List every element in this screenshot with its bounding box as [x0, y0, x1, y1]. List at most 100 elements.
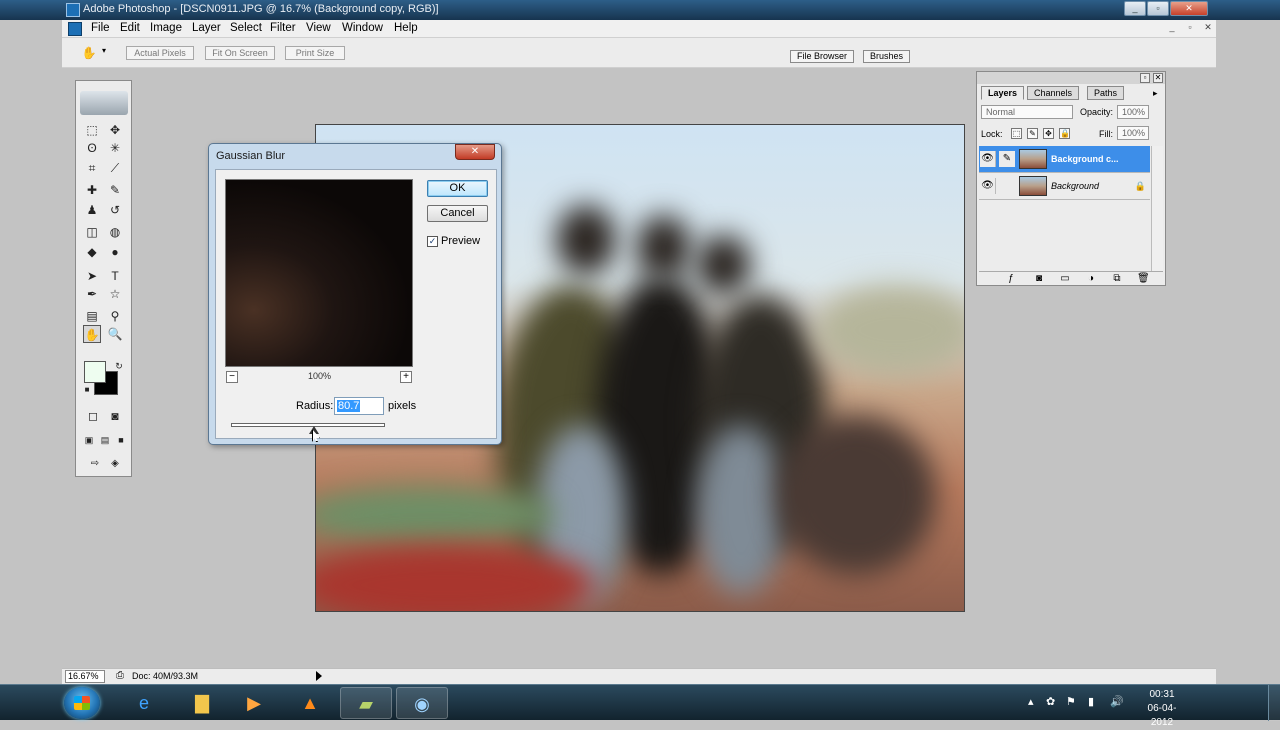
swap-colors-icon[interactable]: ↻ — [110, 357, 128, 375]
doc-restore-button[interactable]: ▫ — [1182, 22, 1198, 36]
internet-explorer-icon[interactable]: e — [118, 687, 170, 719]
healing-brush-tool-icon[interactable]: ✚ — [83, 181, 101, 199]
link-slot[interactable] — [999, 178, 1015, 194]
actual-pixels-button[interactable]: Actual Pixels — [126, 46, 194, 60]
slice-tool-icon[interactable]: ⟋ — [106, 159, 124, 177]
path-selection-tool-icon[interactable]: ➤ — [83, 267, 101, 285]
standard-mode-icon[interactable]: ◻ — [84, 407, 102, 425]
lasso-tool-icon[interactable]: ʘ — [83, 139, 101, 157]
eraser-tool-icon[interactable]: ◫ — [83, 223, 101, 241]
adobe-online-eye-icon[interactable] — [80, 91, 128, 115]
fill-input[interactable]: 100% — [1117, 126, 1149, 140]
move-tool-icon[interactable]: ✥ — [106, 121, 124, 139]
palette-minimize-button[interactable]: ▫ — [1140, 73, 1150, 83]
doc-minimize-button[interactable]: _ — [1164, 22, 1180, 36]
eyedropper-tool-icon[interactable]: ⚲ — [106, 307, 124, 325]
radius-input[interactable]: 80.7 — [334, 397, 384, 415]
print-size-button[interactable]: Print Size — [285, 46, 345, 60]
marquee-tool-icon[interactable]: ⬚ — [83, 121, 101, 139]
lock-transparency-icon[interactable]: ⬚ — [1011, 128, 1022, 139]
dialog-close-button[interactable]: ✕ — [455, 144, 495, 160]
blend-mode-select[interactable]: Normal — [981, 105, 1073, 119]
hand-tool-icon[interactable]: ✋ — [83, 325, 101, 343]
type-tool-icon[interactable]: T — [106, 267, 124, 285]
trash-icon[interactable]: 🗑 — [1137, 273, 1150, 285]
action-center-icon[interactable]: ⚑ — [1066, 695, 1076, 708]
zoom-tool-icon[interactable]: 🔍 — [106, 325, 124, 343]
layers-scrollbar[interactable] — [1151, 146, 1163, 271]
photoshop-taskbar-icon[interactable]: ◉ — [396, 687, 448, 719]
palette-close-button[interactable]: ✕ — [1153, 73, 1163, 83]
foreground-color-swatch[interactable] — [84, 361, 106, 383]
dodge-tool-icon[interactable]: ● — [106, 243, 124, 261]
layer-row-background-copy[interactable]: 👁 ✎ Background c... — [979, 146, 1150, 173]
menu-image[interactable]: Image — [150, 22, 182, 34]
show-hidden-icons-icon[interactable]: ▴ — [1028, 695, 1034, 708]
adjustment-layer-icon[interactable]: ◑ — [1085, 273, 1097, 285]
status-menu-arrow-icon[interactable] — [316, 671, 322, 681]
crop-tool-icon[interactable]: ⌗ — [83, 159, 101, 177]
brushes-tab[interactable]: Brushes — [863, 50, 911, 63]
hand-options-icon[interactable]: ✋ — [80, 44, 98, 62]
quick-mask-mode-icon[interactable]: ◙ — [106, 407, 124, 425]
brush-icon[interactable]: ✎ — [999, 151, 1015, 167]
layer-row-background[interactable]: 👁 Background 🔒 — [979, 173, 1150, 200]
lock-position-icon[interactable]: ✥ — [1043, 128, 1054, 139]
paint-bucket-tool-icon[interactable]: ◍ — [106, 223, 124, 241]
palette-menu-icon[interactable]: ▸ — [1153, 88, 1158, 99]
palette-title-bar[interactable] — [977, 72, 1165, 84]
cancel-button[interactable]: Cancel — [427, 205, 488, 222]
start-button[interactable] — [64, 687, 100, 719]
network-icon[interactable]: ▮ — [1088, 695, 1094, 708]
menu-file[interactable]: File — [91, 22, 110, 34]
blur-tool-icon[interactable]: ◆ — [83, 243, 101, 261]
magic-wand-tool-icon[interactable]: ✳ — [106, 139, 124, 157]
doc-close-button[interactable]: ✕ — [1200, 22, 1216, 36]
full-screen-mode-icon[interactable]: ■ — [112, 431, 130, 449]
brush-tool-icon[interactable]: ✎ — [106, 181, 124, 199]
layer-style-icon[interactable]: ƒ — [1005, 273, 1017, 285]
imageready-icon[interactable]: ◈ — [106, 455, 124, 473]
opacity-input[interactable]: 100% — [1117, 105, 1149, 119]
blur-preview[interactable] — [225, 179, 413, 367]
menu-filter[interactable]: Filter — [270, 22, 296, 34]
lock-image-icon[interactable]: ✎ — [1027, 128, 1038, 139]
clock[interactable]: 00:31 06-04-2012 — [1138, 688, 1186, 730]
new-set-icon[interactable]: ▭ — [1059, 273, 1071, 285]
tab-paths[interactable]: Paths — [1087, 86, 1125, 100]
document-icon[interactable] — [68, 22, 82, 36]
explorer-folder-icon[interactable]: ▇ — [176, 687, 228, 719]
tool-preset-dropdown-icon[interactable]: ▾ — [102, 46, 106, 55]
volume-icon[interactable]: 🔊 — [1110, 695, 1124, 708]
default-colors-icon[interactable]: ■ — [78, 381, 96, 399]
media-player-icon[interactable]: ▶ — [228, 687, 280, 719]
zoom-in-button[interactable]: + — [400, 371, 412, 383]
zoom-field[interactable]: 16.67% — [65, 670, 105, 683]
tab-layers[interactable]: Layers — [981, 86, 1025, 100]
menu-edit[interactable]: Edit — [120, 22, 140, 34]
tab-channels[interactable]: Channels — [1027, 86, 1080, 100]
close-button[interactable]: ✕ — [1170, 1, 1208, 16]
radius-slider-track[interactable] — [231, 423, 385, 427]
fit-on-screen-button[interactable]: Fit On Screen — [205, 46, 275, 60]
maximize-button[interactable]: ▫ — [1147, 1, 1169, 16]
new-layer-icon[interactable]: ⧉ — [1111, 273, 1123, 285]
shape-tool-icon[interactable]: ☆ — [106, 285, 124, 303]
history-brush-tool-icon[interactable]: ↺ — [106, 201, 124, 219]
menu-layer[interactable]: Layer — [192, 22, 221, 34]
clone-stamp-tool-icon[interactable]: ♟ — [83, 201, 101, 219]
menu-select[interactable]: Select — [230, 22, 262, 34]
file-browser-tab[interactable]: File Browser — [790, 50, 855, 63]
menu-help[interactable]: Help — [394, 22, 418, 34]
jump-to-imageready-icon[interactable]: ⇨ — [86, 455, 104, 473]
print-preview-icon[interactable]: ⎙ — [116, 670, 124, 681]
preview-checkbox[interactable]: ✓ — [427, 236, 438, 247]
notes-tool-icon[interactable]: ▤ — [83, 307, 101, 325]
show-desktop-button[interactable] — [1268, 685, 1280, 721]
tray-app-icon[interactable]: ✿ — [1046, 695, 1055, 708]
lock-all-icon[interactable]: 🔒 — [1059, 128, 1070, 139]
ok-button[interactable]: OK — [427, 180, 488, 197]
menu-view[interactable]: View — [306, 22, 331, 34]
taskbar-app-icon[interactable]: ▰ — [340, 687, 392, 719]
eye-icon[interactable]: 👁 — [980, 151, 996, 167]
